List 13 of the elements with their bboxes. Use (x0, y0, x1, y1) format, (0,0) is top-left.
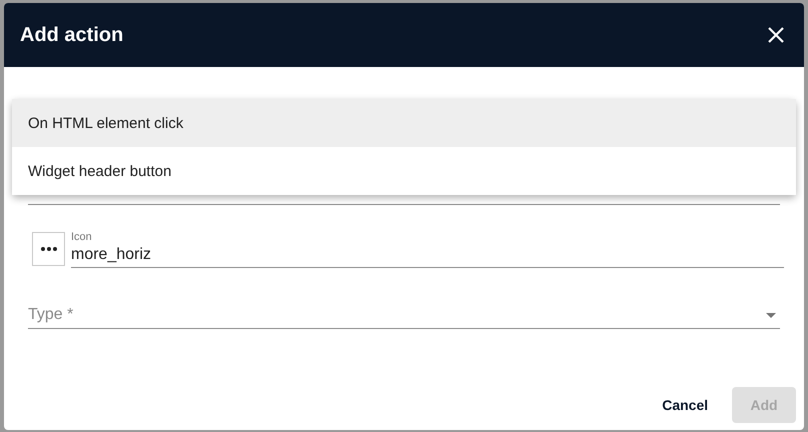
dialog-button[interactable]: Cancel (650, 387, 720, 423)
select-field[interactable]: On HTML element click Widget header button (28, 93, 780, 205)
more-icon (40, 247, 56, 251)
icon-picker-button[interactable] (32, 232, 65, 266)
field-label: Icon (71, 231, 93, 243)
dropdown-caret-icon (766, 312, 776, 318)
close-icon (768, 27, 784, 43)
field-placeholder: Type * (28, 306, 74, 324)
icon-input-field[interactable]: Icon more_horiz (71, 231, 784, 268)
menu-option[interactable]: Widget header button (12, 147, 796, 195)
dialog-title: Add action (20, 24, 124, 46)
menu-option[interactable]: On HTML element click (12, 99, 796, 147)
field-value: more_horiz (71, 246, 152, 263)
